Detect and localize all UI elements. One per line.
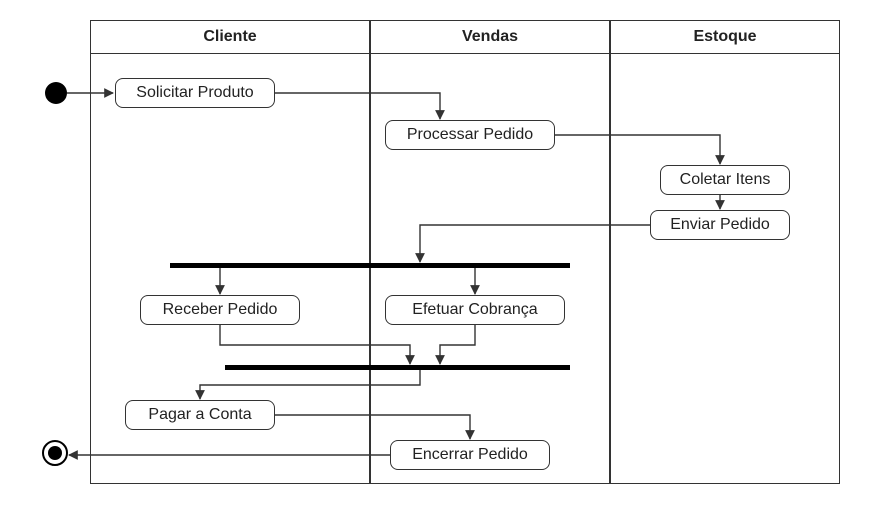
lane-body-vendas <box>370 54 610 484</box>
lane-header-vendas: Vendas <box>370 20 610 54</box>
activity-enviar-pedido: Enviar Pedido <box>650 210 790 240</box>
fork-bar <box>170 263 570 268</box>
activity-receber-pedido: Receber Pedido <box>140 295 300 325</box>
activity-pagar-a-conta: Pagar a Conta <box>125 400 275 430</box>
activity-efetuar-cobranca: Efetuar Cobrança <box>385 295 565 325</box>
final-node-icon <box>42 440 68 466</box>
join-bar <box>225 365 570 370</box>
initial-node-icon <box>45 82 67 104</box>
activity-processar-pedido: Processar Pedido <box>385 120 555 150</box>
activity-solicitar-produto: Solicitar Produto <box>115 78 275 108</box>
lane-body-estoque <box>610 54 840 484</box>
activity-diagram: Cliente Vendas Estoque Solicitar Produto… <box>20 20 850 490</box>
lane-header-cliente: Cliente <box>90 20 370 54</box>
lane-header-estoque: Estoque <box>610 20 840 54</box>
activity-coletar-itens: Coletar Itens <box>660 165 790 195</box>
activity-encerrar-pedido: Encerrar Pedido <box>390 440 550 470</box>
